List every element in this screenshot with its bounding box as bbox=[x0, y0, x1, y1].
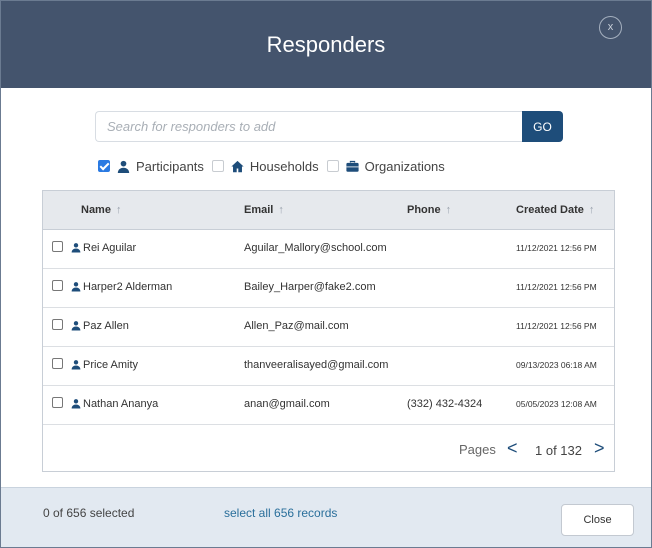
row-name: Harper2 Alderman bbox=[83, 281, 173, 293]
responders-table: Name ↑ Email ↑ Phone ↑ Created Date ↑ Rei Ag… bbox=[42, 190, 615, 472]
row-checkbox[interactable] bbox=[52, 358, 63, 369]
households-label: Households bbox=[249, 158, 319, 174]
search-bar: GO bbox=[95, 111, 563, 142]
row-checkbox[interactable] bbox=[52, 319, 63, 330]
sort-icon: ↑ bbox=[445, 204, 452, 216]
dialog-title: Responders bbox=[266, 32, 386, 57]
organizations-checkbox[interactable] bbox=[326, 160, 339, 172]
pagination: Pages < 1 of 132 > bbox=[43, 427, 614, 471]
table-row[interactable]: Paz Allen Allen_Paz@mail.com 11/12/2021 … bbox=[43, 308, 614, 347]
user-icon bbox=[117, 160, 130, 173]
sort-icon: ↑ bbox=[115, 204, 122, 216]
go-button[interactable]: GO bbox=[522, 111, 563, 142]
select-all-link[interactable]: select all 656 records bbox=[224, 506, 337, 520]
table-row[interactable]: Harper2 Alderman Bailey_Harper@fake2.com… bbox=[43, 269, 614, 308]
pages-label: Pages bbox=[459, 442, 496, 457]
row-email: Allen_Paz@mail.com bbox=[244, 320, 349, 332]
type-filters: Participants Households Organizations bbox=[98, 157, 453, 175]
row-created-date: 11/12/2021 12:56 PM bbox=[516, 243, 597, 253]
row-email: anan@gmail.com bbox=[244, 398, 330, 410]
prev-page-button[interactable]: < bbox=[507, 438, 518, 459]
column-header-created-date[interactable]: Created Date ↑ bbox=[516, 204, 594, 216]
row-phone: (332) 432-4324 bbox=[407, 398, 483, 410]
selected-count: 0 of 656 selected bbox=[43, 506, 135, 520]
user-icon bbox=[71, 360, 81, 370]
row-name: Price Amity bbox=[83, 359, 139, 371]
row-name: Rei Aguilar bbox=[83, 242, 137, 254]
sort-icon: ↑ bbox=[278, 204, 284, 216]
search-input[interactable] bbox=[95, 111, 523, 142]
column-header-phone[interactable]: Phone ↑ bbox=[407, 204, 451, 216]
filter-households[interactable]: Households bbox=[211, 158, 319, 174]
row-checkbox[interactable] bbox=[52, 280, 63, 291]
home-icon bbox=[231, 160, 244, 172]
row-name: Nathan Ananya bbox=[83, 398, 159, 410]
row-checkbox[interactable] bbox=[52, 397, 63, 408]
sort-icon: ↑ bbox=[588, 204, 595, 216]
dialog-footer: 0 of 656 selected select all 656 records… bbox=[1, 487, 651, 547]
close-button[interactable]: Close bbox=[561, 504, 634, 536]
organizations-label: Organizations bbox=[364, 158, 445, 174]
next-page-button[interactable]: > bbox=[594, 438, 605, 459]
households-checkbox[interactable] bbox=[211, 160, 224, 172]
participants-label: Participants bbox=[136, 158, 204, 174]
row-name: Paz Allen bbox=[83, 320, 129, 332]
user-icon bbox=[71, 321, 81, 331]
dialog-header: Responders x bbox=[1, 1, 651, 88]
row-email: Aguilar_Mallory@school.com bbox=[244, 242, 387, 254]
filter-participants[interactable]: Participants bbox=[98, 159, 204, 174]
column-header-name[interactable]: Name ↑ bbox=[81, 204, 121, 216]
row-created-date: 11/12/2021 12:56 PM bbox=[516, 282, 597, 292]
user-icon bbox=[71, 282, 81, 292]
page-info: 1 of 132 bbox=[535, 443, 582, 458]
table-row[interactable]: Rei Aguilar Aguilar_Mallory@school.com 1… bbox=[43, 230, 614, 269]
row-created-date: 11/12/2021 12:56 PM bbox=[516, 321, 597, 331]
filter-organizations[interactable]: Organizations bbox=[326, 158, 445, 174]
participants-checkbox[interactable] bbox=[98, 160, 110, 172]
user-icon bbox=[71, 399, 81, 409]
briefcase-icon bbox=[345, 160, 359, 172]
table-row[interactable]: Price Amity thanveeralisayed@gmail.com 0… bbox=[43, 347, 614, 386]
table-header: Name ↑ Email ↑ Phone ↑ Created Date ↑ bbox=[43, 191, 614, 230]
close-dialog-button[interactable]: x bbox=[599, 16, 622, 39]
table-row[interactable]: Nathan Ananya anan@gmail.com (332) 432-4… bbox=[43, 386, 614, 425]
row-created-date: 05/05/2023 12:08 AM bbox=[516, 399, 597, 409]
responders-dialog: Responders x GO Participants Households … bbox=[0, 0, 652, 548]
row-email: thanveeralisayed@gmail.com bbox=[244, 359, 389, 371]
user-icon bbox=[71, 243, 81, 253]
column-header-email[interactable]: Email ↑ bbox=[244, 204, 284, 216]
row-email: Bailey_Harper@fake2.com bbox=[244, 281, 376, 293]
row-created-date: 09/13/2023 06:18 AM bbox=[516, 360, 597, 370]
row-checkbox[interactable] bbox=[52, 241, 63, 252]
